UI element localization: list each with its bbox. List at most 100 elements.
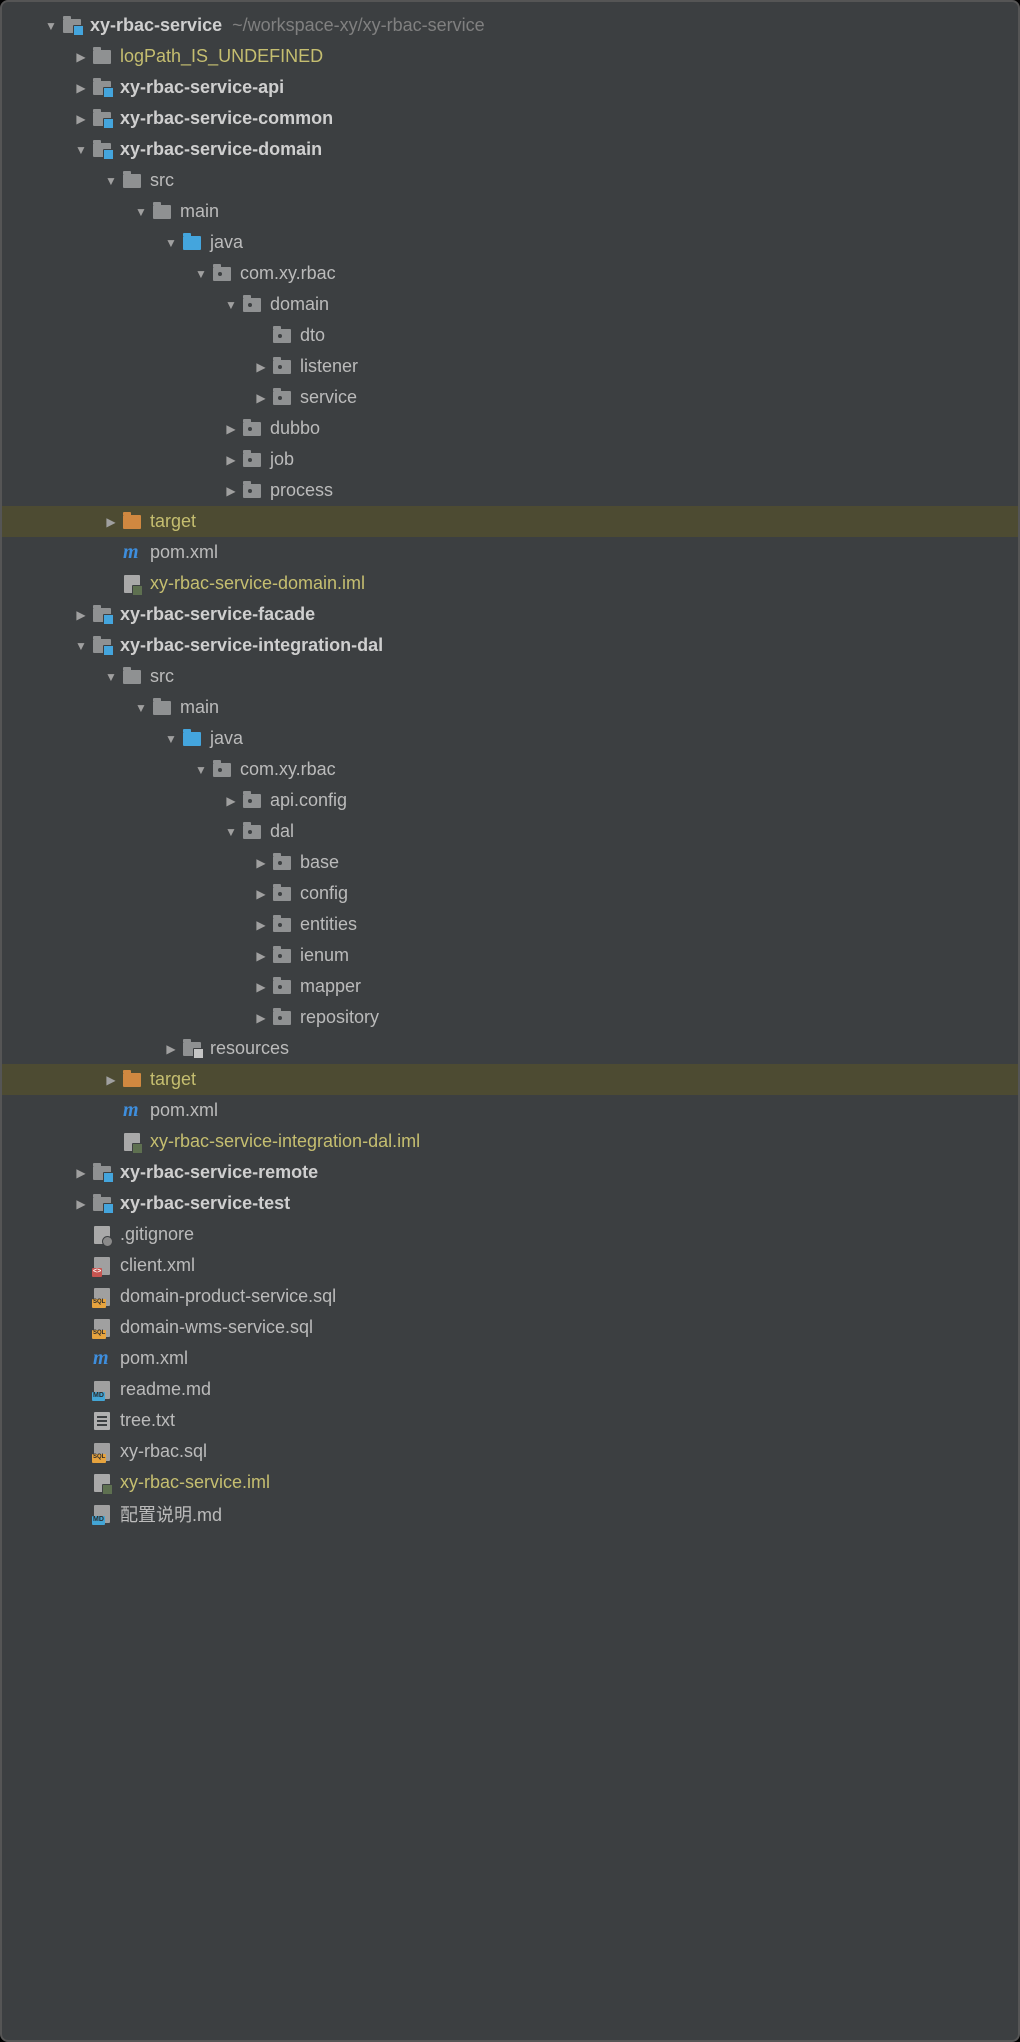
tree-row[interactable]: target	[2, 1064, 1018, 1095]
tree-row[interactable]: dal	[2, 816, 1018, 847]
tree-row[interactable]: dto	[2, 320, 1018, 351]
xml-icon	[92, 1256, 112, 1276]
tree-item-label: main	[180, 201, 219, 222]
tree-item-label: config	[300, 883, 348, 904]
chevron-right-icon[interactable]	[222, 453, 240, 467]
chevron-right-icon[interactable]	[72, 1197, 90, 1211]
tree-row[interactable]: domain-product-service.sql	[2, 1281, 1018, 1312]
tree-row[interactable]: config	[2, 878, 1018, 909]
chevron-down-icon[interactable]	[222, 298, 240, 312]
chevron-down-icon[interactable]	[162, 732, 180, 746]
tree-row[interactable]: 配置说明.md	[2, 1498, 1018, 1529]
package-icon	[272, 915, 292, 935]
text-icon	[92, 1411, 112, 1431]
tree-row[interactable]: base	[2, 847, 1018, 878]
tree-row[interactable]: com.xy.rbac	[2, 258, 1018, 289]
tree-row[interactable]: xy-rbac-service-remote	[2, 1157, 1018, 1188]
tree-row[interactable]: ienum	[2, 940, 1018, 971]
chevron-down-icon[interactable]	[72, 143, 90, 157]
tree-row[interactable]: xy-rbac-service-integration-dal	[2, 630, 1018, 661]
tree-row[interactable]: xy-rbac-service-facade	[2, 599, 1018, 630]
tree-row[interactable]: xy-rbac-service-domain.iml	[2, 568, 1018, 599]
tree-row[interactable]: java	[2, 227, 1018, 258]
tree-item-label: tree.txt	[120, 1410, 175, 1431]
tree-row[interactable]: xy-rbac-service-domain	[2, 134, 1018, 165]
chevron-right-icon[interactable]	[222, 422, 240, 436]
tree-row[interactable]: java	[2, 723, 1018, 754]
chevron-down-icon[interactable]	[222, 825, 240, 839]
tree-row[interactable]: mpom.xml	[2, 1343, 1018, 1374]
chevron-down-icon[interactable]	[102, 670, 120, 684]
tree-row[interactable]: main	[2, 196, 1018, 227]
chevron-right-icon[interactable]	[102, 1073, 120, 1087]
tree-row[interactable]: mapper	[2, 971, 1018, 1002]
tree-row[interactable]: main	[2, 692, 1018, 723]
chevron-right-icon[interactable]	[252, 887, 270, 901]
chevron-down-icon[interactable]	[132, 205, 150, 219]
chevron-right-icon[interactable]	[222, 484, 240, 498]
chevron-right-icon[interactable]	[252, 391, 270, 405]
tree-row[interactable]: target	[2, 506, 1018, 537]
tree-row[interactable]: client.xml	[2, 1250, 1018, 1281]
chevron-right-icon[interactable]	[162, 1042, 180, 1056]
chevron-right-icon[interactable]	[252, 856, 270, 870]
chevron-down-icon[interactable]	[72, 639, 90, 653]
chevron-right-icon[interactable]	[72, 81, 90, 95]
chevron-right-icon[interactable]	[72, 1166, 90, 1180]
tree-row[interactable]: xy-rbac-service~/workspace-xy/xy-rbac-se…	[2, 10, 1018, 41]
chevron-right-icon[interactable]	[72, 608, 90, 622]
tree-row[interactable]: service	[2, 382, 1018, 413]
tree-item-label: ienum	[300, 945, 349, 966]
tree-row[interactable]: entities	[2, 909, 1018, 940]
tree-row[interactable]: src	[2, 661, 1018, 692]
chevron-right-icon[interactable]	[72, 50, 90, 64]
tree-item-label: .gitignore	[120, 1224, 194, 1245]
tree-row[interactable]: com.xy.rbac	[2, 754, 1018, 785]
chevron-right-icon[interactable]	[252, 980, 270, 994]
chevron-right-icon[interactable]	[252, 918, 270, 932]
tree-item-label: repository	[300, 1007, 379, 1028]
tree-item-label: xy-rbac-service.iml	[120, 1472, 270, 1493]
tree-row[interactable]: domain-wms-service.sql	[2, 1312, 1018, 1343]
tree-row[interactable]: xy-rbac-service-test	[2, 1188, 1018, 1219]
tree-row[interactable]: mpom.xml	[2, 537, 1018, 568]
tree-row[interactable]: dubbo	[2, 413, 1018, 444]
chevron-right-icon[interactable]	[72, 112, 90, 126]
chevron-down-icon[interactable]	[102, 174, 120, 188]
tree-row[interactable]: process	[2, 475, 1018, 506]
tree-item-label: pom.xml	[120, 1348, 188, 1369]
chevron-right-icon[interactable]	[222, 794, 240, 808]
tree-row[interactable]: xy-rbac-service-integration-dal.iml	[2, 1126, 1018, 1157]
tree-row[interactable]: resources	[2, 1033, 1018, 1064]
chevron-right-icon[interactable]	[252, 949, 270, 963]
tree-row[interactable]: xy-rbac-service.iml	[2, 1467, 1018, 1498]
tree-row[interactable]: tree.txt	[2, 1405, 1018, 1436]
sql-icon	[92, 1287, 112, 1307]
tree-item-label: xy-rbac-service-domain	[120, 139, 322, 160]
chevron-down-icon[interactable]	[192, 763, 210, 777]
tree-row[interactable]: repository	[2, 1002, 1018, 1033]
tree-row[interactable]: readme.md	[2, 1374, 1018, 1405]
tree-row[interactable]: logPath_IS_UNDEFINED	[2, 41, 1018, 72]
tree-row[interactable]: job	[2, 444, 1018, 475]
chevron-down-icon[interactable]	[42, 19, 60, 33]
chevron-right-icon[interactable]	[252, 360, 270, 374]
tree-row[interactable]: mpom.xml	[2, 1095, 1018, 1126]
tree-row[interactable]: listener	[2, 351, 1018, 382]
maven-icon: m	[122, 543, 142, 563]
tree-row[interactable]: domain	[2, 289, 1018, 320]
chevron-right-icon[interactable]	[102, 515, 120, 529]
iml-icon	[122, 574, 142, 594]
tree-row[interactable]: xy-rbac-service-common	[2, 103, 1018, 134]
tree-row[interactable]: .gitignore	[2, 1219, 1018, 1250]
chevron-down-icon[interactable]	[192, 267, 210, 281]
tree-row[interactable]: api.config	[2, 785, 1018, 816]
chevron-right-icon[interactable]	[252, 1011, 270, 1025]
tree-row[interactable]: src	[2, 165, 1018, 196]
tree-item-label: job	[270, 449, 294, 470]
tree-item-label: xy-rbac.sql	[120, 1441, 207, 1462]
chevron-down-icon[interactable]	[162, 236, 180, 250]
tree-row[interactable]: xy-rbac-service-api	[2, 72, 1018, 103]
tree-row[interactable]: xy-rbac.sql	[2, 1436, 1018, 1467]
chevron-down-icon[interactable]	[132, 701, 150, 715]
